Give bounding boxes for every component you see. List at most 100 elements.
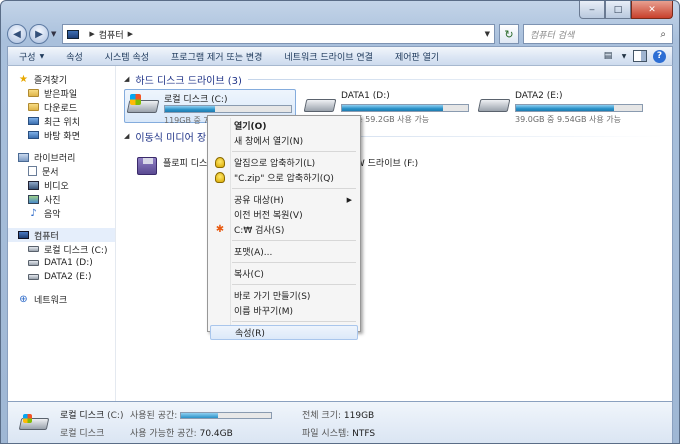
maximize-button[interactable]: □: [605, 1, 631, 19]
search-input[interactable]: 컴퓨터 검색 ⌕: [523, 24, 673, 44]
menu-item-share-with[interactable]: 공유 대상(H) ▶: [210, 192, 358, 207]
picture-icon: [28, 194, 39, 204]
alzip-icon: [215, 172, 225, 183]
menu-separator: [232, 321, 356, 322]
preview-pane-icon[interactable]: [633, 50, 647, 62]
recent-pages-dropdown[interactable]: ▼: [51, 30, 56, 38]
organize-button[interactable]: 구성 ▼: [8, 47, 55, 65]
search-icon[interactable]: ⌕: [660, 29, 666, 40]
help-icon[interactable]: ?: [653, 49, 666, 63]
group-header-hard-disks[interactable]: ◢ 하드 디스크 드라이브 (3): [124, 72, 664, 87]
address-dropdown-icon[interactable]: ▼: [485, 30, 490, 38]
uninstall-program-button[interactable]: 프로그램 제거 또는 변경: [160, 47, 273, 65]
chevron-down-icon: ▼: [39, 52, 45, 60]
menu-item-restore-previous[interactable]: 이전 버전 복원(V): [210, 207, 358, 222]
details-drive-name: 로컬 디스크: [60, 410, 105, 421]
drive-tile-e[interactable]: DATA2 (E:) 39.0GB 중 9.54GB 사용 가능: [476, 89, 648, 124]
sidebar-item-drive-d[interactable]: DATA1 (D:): [8, 256, 115, 270]
drive-name: 로컬 디스크 (C:): [164, 95, 228, 105]
details-usage-bar: [180, 411, 273, 419]
group-header-removable[interactable]: ◢ 이동식 미디어 장: [124, 129, 664, 144]
computer-icon: [18, 231, 29, 239]
sidebar-item-videos[interactable]: 비디오: [8, 178, 115, 192]
sidebar-item-favorites[interactable]: ★ 즐겨찾기: [8, 72, 115, 86]
back-button[interactable]: ◀: [7, 24, 27, 44]
open-control-panel-button[interactable]: 제어판 열기: [384, 47, 450, 65]
forward-arrow-icon: ▶: [35, 28, 43, 40]
sidebar-item-recent-places[interactable]: 최근 위치: [8, 114, 115, 128]
details-free-value: 70.4GB: [199, 428, 233, 439]
properties-button[interactable]: 속성: [55, 47, 94, 65]
menu-item-copy[interactable]: 복사(C): [210, 266, 358, 281]
sidebar-item-network[interactable]: ⊕ 네트워크: [8, 292, 115, 306]
forward-button[interactable]: ▶: [29, 24, 49, 44]
windows-logo-icon: [23, 414, 32, 423]
computer-icon: [67, 29, 80, 39]
video-icon: [28, 180, 39, 190]
hard-drive-icon: [28, 260, 39, 266]
menu-item-open-new-window[interactable]: 새 창에서 열기(N): [210, 133, 358, 148]
details-total-label: 전체 크기:: [302, 410, 342, 421]
alzip-icon: [215, 157, 225, 168]
sidebar-item-desktop[interactable]: 바탕 화면: [8, 128, 115, 142]
details-drive-type: 로컬 디스크: [60, 428, 105, 439]
window-controls: ‒ □ ✕: [579, 1, 673, 19]
menu-item-compress-alzip[interactable]: 알집으로 압축하기(L): [210, 155, 358, 170]
sidebar-item-drive-c[interactable]: 로컬 디스크 (C:): [8, 242, 115, 256]
details-used-label: 사용된 공간:: [130, 410, 178, 421]
menu-item-rename[interactable]: 이름 바꾸기(M): [210, 303, 358, 318]
sidebar-item-libraries[interactable]: 라이브러리: [8, 150, 115, 164]
sidebar-item-music[interactable]: ♪ 음악: [8, 206, 115, 220]
breadcrumb-separator-icon[interactable]: ▶: [128, 30, 133, 38]
details-fs-label: 파일 시스템:: [302, 428, 350, 439]
hard-drive-icon: [477, 92, 511, 118]
address-bar[interactable]: ▶ 컴퓨터 ▶ ▼: [62, 24, 495, 44]
view-dropdown-icon[interactable]: ▼: [621, 50, 627, 62]
hard-drive-icon: [28, 246, 39, 252]
sidebar-item-downloads[interactable]: 다운로드: [8, 100, 115, 114]
star-icon: ★: [19, 73, 28, 85]
minimize-button[interactable]: ‒: [579, 1, 605, 19]
menu-item-create-shortcut[interactable]: 바로 가기 만들기(S): [210, 288, 358, 303]
drive-name: DATA2 (E:): [515, 91, 563, 101]
sidebar-item-received-files[interactable]: 받은파일: [8, 86, 115, 100]
view-options-icon[interactable]: ▤: [601, 50, 615, 62]
usage-fill: [342, 105, 443, 111]
menu-item-v3-scan[interactable]: ✱ C:₩ 검사(S): [210, 222, 358, 237]
drive-usage-bar: [164, 105, 292, 113]
details-drive-letter: (C:): [107, 410, 124, 421]
sidebar-item-computer[interactable]: 컴퓨터: [8, 228, 115, 242]
breadcrumb-separator-icon[interactable]: ▶: [89, 30, 94, 38]
details-usage-fill: [181, 412, 219, 418]
submenu-arrow-icon: ▶: [346, 195, 352, 204]
downloads-folder-icon: [28, 103, 39, 111]
library-icon: [18, 152, 29, 162]
menu-item-compress-czip[interactable]: "C.zip" 으로 압축하기(Q): [210, 170, 358, 185]
collapse-arrow-icon[interactable]: ◢: [124, 75, 129, 83]
content-pane: ◢ 하드 디스크 드라이브 (3) 로컬 디스크 (C:) 119GB 중 7 D…: [120, 66, 672, 401]
explorer-window: ‒ □ ✕ ◀ ▶ ▼ ▶ 컴퓨터 ▶ ▼ ↻ 컴퓨터 검색 ⌕ 구성 ▼ 속성 …: [0, 0, 680, 444]
menu-separator: [232, 284, 356, 285]
breadcrumb-computer[interactable]: 컴퓨터: [99, 28, 124, 41]
v3-antivirus-icon: ✱: [215, 224, 225, 235]
refresh-button[interactable]: ↻: [499, 24, 519, 44]
collapse-arrow-icon[interactable]: ◢: [124, 132, 129, 140]
recent-places-icon: [28, 117, 39, 125]
menu-item-properties[interactable]: 속성(R): [210, 325, 358, 340]
menu-item-format[interactable]: 포맷(A)...: [210, 244, 358, 259]
map-network-drive-button[interactable]: 네트워크 드라이브 연결: [273, 47, 384, 65]
menu-separator: [232, 240, 356, 241]
close-button[interactable]: ✕: [631, 1, 673, 19]
usage-fill: [516, 105, 615, 111]
details-pane: 로컬 디스크 (C:) 로컬 디스크 사용된 공간: 사용 가능한 공간: 70…: [7, 401, 673, 443]
sidebar-item-drive-e[interactable]: DATA2 (E:): [8, 270, 115, 284]
search-placeholder: 컴퓨터 검색: [530, 30, 575, 41]
menu-item-open[interactable]: 열기(O): [210, 118, 358, 133]
sidebar-item-pictures[interactable]: 사진: [8, 192, 115, 206]
system-properties-button[interactable]: 시스템 속성: [94, 47, 160, 65]
drive-name: DATA1 (D:): [341, 91, 390, 101]
music-note-icon: ♪: [30, 207, 37, 219]
context-menu: 열기(O) 새 창에서 열기(N) 알집으로 압축하기(L) "C.zip" 으…: [207, 115, 361, 340]
details-fs-value: NTFS: [352, 428, 376, 439]
sidebar-item-documents[interactable]: 문서: [8, 164, 115, 178]
